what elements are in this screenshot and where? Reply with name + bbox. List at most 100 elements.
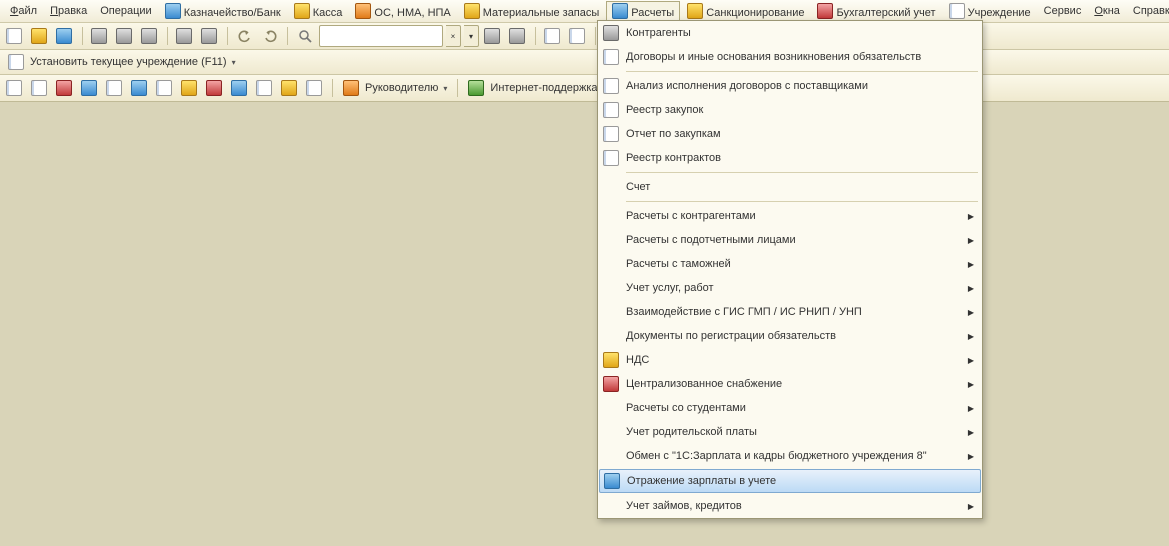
menu-item-icon — [602, 102, 622, 118]
menu-item-17[interactable]: Централизованное снабжение — [598, 372, 982, 396]
menu-item-label: Реестр закупок — [622, 104, 974, 116]
menu-separator — [626, 71, 978, 72]
menu-institution[interactable]: Учреждение — [943, 1, 1037, 21]
separator — [595, 27, 596, 45]
support-label: Интернет-поддержка — [490, 82, 597, 94]
rpt-icon-12[interactable] — [279, 77, 301, 99]
print-icon[interactable] — [174, 25, 196, 47]
toolbar-institution: Установить текущее учреждение (F11) ▾ — [0, 50, 1169, 75]
menu-item-3[interactable]: Анализ исполнения договоров с поставщика… — [598, 74, 982, 98]
leader-button[interactable]: Руководителю ▾ — [339, 78, 451, 98]
menu-item-18[interactable]: Расчеты со студентами — [598, 396, 982, 420]
menu-item-label: Реестр контрактов — [622, 152, 974, 164]
new-icon[interactable] — [4, 25, 26, 47]
menu-item-12[interactable]: Расчеты с таможней — [598, 252, 982, 276]
separator — [535, 27, 536, 45]
menu-sanctions[interactable]: Санкционирование — [681, 1, 810, 21]
menu-assets[interactable]: ОС, НМА, НПА — [349, 1, 456, 21]
menu-item-10[interactable]: Расчеты с контрагентами — [598, 204, 982, 228]
undo-icon[interactable] — [234, 25, 256, 47]
support-button[interactable]: Интернет-поддержка ▾ — [464, 78, 610, 98]
menu-item-4[interactable]: Реестр закупок — [598, 98, 982, 122]
save-icon[interactable] — [54, 25, 76, 47]
open-icon[interactable] — [29, 25, 51, 47]
menu-item-label: Взаимодействие с ГИС ГМП / ИС РНИП / УНП — [622, 306, 974, 318]
menu-item-label: Анализ исполнения договоров с поставщика… — [622, 80, 974, 92]
menu-stocks[interactable]: Материальные запасы — [458, 1, 606, 21]
separator — [457, 79, 458, 97]
menu-item-label: Централизованное снабжение — [622, 378, 974, 390]
cut-icon[interactable] — [89, 25, 111, 47]
rpt-icon-10[interactable] — [229, 77, 251, 99]
rpt-icon-13[interactable] — [304, 77, 326, 99]
people-icon — [343, 80, 359, 96]
paper-icon — [949, 3, 965, 19]
menu-item-11[interactable]: Расчеты с подотчетными лицами — [598, 228, 982, 252]
menu-item-1[interactable]: Договоры и иные основания возникновения … — [598, 45, 982, 69]
rpt-icon-1[interactable] — [4, 77, 26, 99]
menu-item-13[interactable]: Учет услуг, работ — [598, 276, 982, 300]
rpt-icon-11[interactable] — [254, 77, 276, 99]
menu-item-22[interactable]: Учет займов, кредитов — [598, 494, 982, 518]
rpt-icon-3[interactable] — [54, 77, 76, 99]
menu-cash[interactable]: Касса — [288, 1, 349, 21]
window1-icon[interactable] — [542, 25, 564, 47]
calendar-icon — [687, 3, 703, 19]
search-dropdown-icon[interactable]: ▾ — [464, 25, 479, 47]
menu-item-label: Обмен с "1С:Зарплата и кадры бюджетного … — [622, 450, 974, 462]
menu-file[interactable]: Файл — [4, 3, 43, 19]
menu-accounting[interactable]: Бухгалтерский учет — [811, 1, 941, 21]
menubar: Файл Правка Операции Казначейство/Банк К… — [0, 0, 1169, 23]
rpt-icon-2[interactable] — [29, 77, 51, 99]
menu-item-label: Отчет по закупкам — [622, 128, 974, 140]
copy-icon[interactable] — [114, 25, 136, 47]
menu-item-0[interactable]: Контрагенты — [598, 21, 982, 45]
rpt-icon-9[interactable] — [204, 77, 226, 99]
menu-treasury[interactable]: Казначейство/Банк — [159, 1, 287, 21]
menu-item-label: Расчеты с подотчетными лицами — [622, 234, 974, 246]
menu-calculations[interactable]: Расчеты — [606, 1, 680, 21]
menu-item-label: Контрагенты — [622, 27, 974, 39]
rpt-icon-5[interactable] — [104, 77, 126, 99]
menu-item-15[interactable]: Документы по регистрации обязательств — [598, 324, 982, 348]
globe-icon — [468, 80, 484, 96]
search-icon[interactable] — [294, 25, 316, 47]
set-institution-button[interactable]: Установить текущее учреждение (F11) ▾ — [4, 52, 240, 72]
menu-item-8[interactable]: Счет — [598, 175, 982, 199]
paste-icon[interactable] — [139, 25, 161, 47]
menu-item-20[interactable]: Обмен с "1С:Зарплата и кадры бюджетного … — [598, 444, 982, 468]
toolbar-reports: Руководителю ▾ Интернет-поддержка ▾ — [0, 75, 1169, 102]
find-next-icon[interactable] — [482, 25, 504, 47]
menu-item-label: Счет — [622, 181, 974, 193]
menu-item-14[interactable]: Взаимодействие с ГИС ГМП / ИС РНИП / УНП — [598, 300, 982, 324]
menu-item-icon — [602, 49, 622, 65]
menu-windows[interactable]: Окна — [1088, 3, 1126, 19]
separator — [227, 27, 228, 45]
menu-item-icon — [602, 25, 622, 41]
menu-item-label: Учет займов, кредитов — [622, 500, 974, 512]
find-prev-icon[interactable] — [507, 25, 529, 47]
menu-item-icon — [602, 78, 622, 94]
menu-item-19[interactable]: Учет родительской платы — [598, 420, 982, 444]
page-icon — [8, 54, 24, 70]
menu-item-21[interactable]: Отражение зарплаты в учете — [599, 469, 981, 493]
rpt-icon-8[interactable] — [179, 77, 201, 99]
calculations-dropdown: Контрагенты Договоры и иные основания воз… — [597, 20, 983, 519]
menu-help[interactable]: Справка — [1127, 3, 1169, 19]
preview-icon[interactable] — [199, 25, 221, 47]
search-input[interactable] — [319, 25, 443, 47]
rpt-icon-4[interactable] — [79, 77, 101, 99]
rpt-icon-6[interactable] — [129, 77, 151, 99]
menu-item-icon — [602, 352, 622, 368]
redo-icon[interactable] — [259, 25, 281, 47]
menu-edit[interactable]: Правка — [44, 3, 93, 19]
menu-operations[interactable]: Операции — [94, 3, 157, 19]
menu-service[interactable]: Сервис — [1038, 3, 1088, 19]
menu-item-label: Расчеты с таможней — [622, 258, 974, 270]
search-clear-icon[interactable]: × — [446, 25, 461, 47]
window2-icon[interactable] — [567, 25, 589, 47]
rpt-icon-7[interactable] — [154, 77, 176, 99]
menu-item-6[interactable]: Реестр контрактов — [598, 146, 982, 170]
menu-item-5[interactable]: Отчет по закупкам — [598, 122, 982, 146]
menu-item-16[interactable]: НДС — [598, 348, 982, 372]
